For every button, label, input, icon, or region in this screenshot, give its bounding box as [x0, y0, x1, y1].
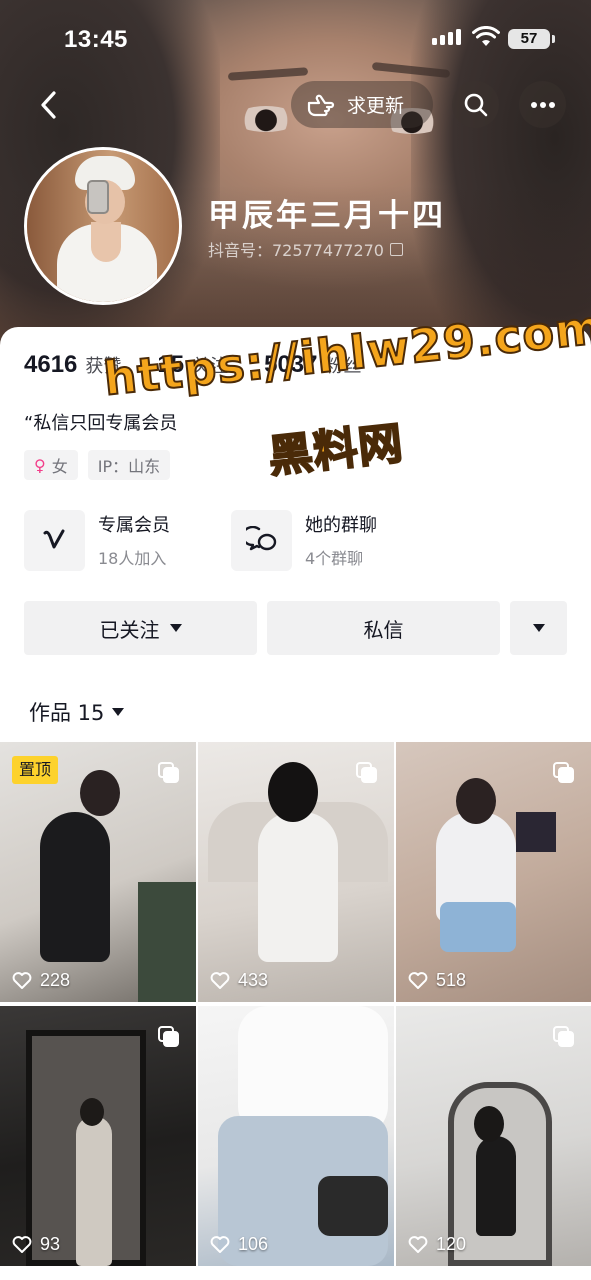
search-button[interactable]: [452, 81, 499, 128]
video-thumbnail[interactable]: 518: [396, 742, 591, 1002]
status-time: 13:45: [64, 26, 128, 53]
video-thumbnail[interactable]: 433: [198, 742, 394, 1002]
douyin-id-text: 抖音号：72577477270: [208, 241, 384, 260]
heart-icon: [12, 971, 32, 989]
v-logo-icon: [24, 509, 85, 571]
like-count-value: 106: [238, 1234, 269, 1254]
message-button-label: 私信: [363, 617, 404, 642]
pinned-badge: 置顶: [12, 756, 59, 784]
video-thumbnail[interactable]: 置顶 228: [0, 742, 196, 1002]
copy-icon[interactable]: [389, 242, 403, 256]
video-thumbnail[interactable]: 93: [0, 1006, 196, 1266]
like-count-value: 433: [238, 970, 269, 990]
more-button[interactable]: [519, 81, 566, 128]
pointing-hand-icon: [307, 94, 335, 116]
works-tab[interactable]: 作品 15: [29, 697, 125, 727]
heart-icon: [408, 971, 428, 989]
like-count: 120: [408, 1234, 466, 1255]
multi-image-icon: [158, 762, 180, 784]
gender-tag: ♀ 女: [24, 450, 78, 480]
gender-label: 女: [51, 457, 68, 476]
multi-image-icon: [356, 762, 378, 784]
request-update-label: 求更新: [347, 95, 405, 117]
like-count: 228: [12, 970, 70, 991]
heart-icon: [12, 1235, 32, 1253]
multi-image-icon: [553, 1026, 575, 1048]
works-tab-label: 作品 15: [29, 701, 105, 725]
caret-down-icon: [532, 624, 545, 632]
expand-menu-button[interactable]: [510, 601, 567, 655]
like-count: 518: [408, 970, 466, 991]
douyin-id[interactable]: 抖音号：72577477270: [208, 237, 403, 261]
multi-image-icon: [158, 1026, 180, 1048]
female-icon: ♀: [34, 455, 46, 475]
group-chat-subtitle: 4个群聊: [305, 549, 364, 568]
group-chat-title: 她的群聊: [305, 515, 377, 536]
status-bar: 13:45 57: [0, 0, 591, 80]
battery-icon: 57: [508, 29, 555, 49]
like-count-value: 518: [436, 970, 467, 990]
membership-title: 专属会员: [98, 515, 170, 536]
caret-down-icon: [112, 708, 125, 716]
caret-down-icon: [169, 624, 182, 632]
profile-tags: ♀ 女 IP：山东: [24, 450, 171, 480]
video-thumbnail[interactable]: 120: [396, 1006, 591, 1266]
message-button[interactable]: 私信: [267, 601, 500, 655]
profile-nickname: 甲辰年三月十四: [208, 198, 446, 234]
group-chat-entry[interactable]: 她的群聊 4个群聊: [231, 509, 377, 571]
like-count-value: 93: [40, 1234, 61, 1254]
like-count-value: 120: [436, 1234, 467, 1254]
like-count-value: 228: [40, 970, 71, 990]
like-count: 433: [210, 970, 268, 991]
membership-subtitle: 18人加入: [98, 549, 167, 568]
signal-icon: [432, 29, 461, 45]
video-thumbnail[interactable]: 106: [198, 1006, 394, 1266]
following-button[interactable]: 已关注: [24, 601, 257, 655]
chevron-left-icon: [41, 91, 56, 119]
exclusive-membership-entry[interactable]: 专属会员 18人加入: [24, 509, 170, 571]
multi-image-icon: [553, 762, 575, 784]
following-button-label: 已关注: [99, 617, 160, 642]
request-update-button[interactable]: 求更新: [291, 81, 433, 128]
search-icon: [464, 93, 487, 116]
ip-location-tag: IP：山东: [87, 450, 171, 480]
avatar[interactable]: [24, 147, 182, 305]
profile-bio[interactable]: “私信只回专属会员: [24, 409, 177, 435]
like-count: 106: [210, 1234, 268, 1255]
like-count: 93: [12, 1234, 60, 1255]
back-button[interactable]: [30, 86, 68, 124]
more-dots-icon: [530, 101, 555, 108]
heart-icon: [210, 971, 230, 989]
wifi-icon: [472, 26, 500, 46]
heart-icon: [408, 1235, 428, 1253]
heart-icon: [210, 1235, 230, 1253]
likes-count: 4616: [24, 351, 78, 378]
chat-bubbles-icon: [231, 509, 292, 571]
